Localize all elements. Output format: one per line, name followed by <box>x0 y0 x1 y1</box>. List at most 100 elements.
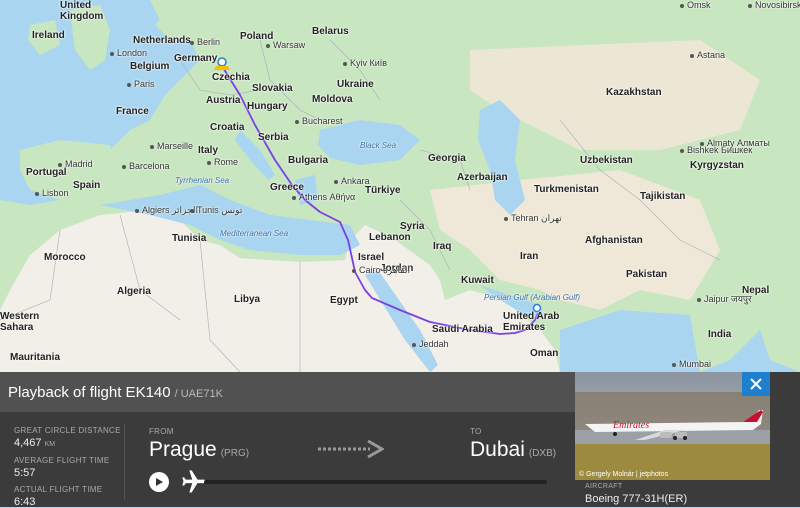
label-israel: Israel <box>358 252 385 263</box>
city-paris: Paris <box>127 79 155 89</box>
city-marseille: Marseille <box>150 141 193 151</box>
stat-actual-time: ACTUAL FLIGHT TIME 6:43 <box>14 485 102 508</box>
city-cairo: Cairo القاهرة <box>352 265 410 276</box>
city-barcelona: Barcelona <box>122 161 170 171</box>
label-italy: Italy <box>198 145 219 156</box>
label-algeria: Algeria <box>117 286 151 297</box>
panel-divider <box>124 424 125 500</box>
label-morocco: Morocco <box>44 252 86 263</box>
label-kyrgyzstan: Kyrgyzstan <box>690 160 744 171</box>
stat-value: 5:57 <box>14 467 36 479</box>
stat-label: ACTUAL FLIGHT TIME <box>14 485 103 494</box>
label-moldova: Moldova <box>312 94 353 105</box>
dashed-arrow-icon <box>318 439 384 459</box>
label-belgium: Belgium <box>130 61 170 72</box>
aircraft-model: Boeing 777-31H(ER) <box>585 493 688 505</box>
city-omsk: Omsk <box>680 0 711 10</box>
flight-title-text: Playback of flight EK140 <box>8 384 171 401</box>
sea-persian-gulf: Persian Gulf (Arabian Gulf) <box>484 293 581 302</box>
panel-title-bar: Playback of flight EK140/ UAE71K <box>0 372 575 412</box>
stat-great-circle: GREAT CIRCLE DISTANCE 4,467 KM <box>14 426 121 449</box>
label-mauritania: Mauritania <box>10 352 61 363</box>
to-code: (DXB) <box>528 448 557 459</box>
label-saudi-arabia: Saudi Arabia <box>432 324 493 335</box>
from-code: (PRG) <box>220 448 250 459</box>
label-syria: Syria <box>400 221 425 232</box>
from-airport[interactable]: Prague (PRG) <box>149 438 249 462</box>
from-city: Prague <box>149 438 217 461</box>
stat-label: GREAT CIRCLE DISTANCE <box>14 426 121 435</box>
city-tehran: Tehran تهران <box>504 213 562 224</box>
label-libya: Libya <box>234 294 261 305</box>
label-bulgaria: Bulgaria <box>288 155 329 166</box>
city-warsaw: Warsaw <box>266 40 305 50</box>
city-jeddah: Jeddah <box>412 339 449 349</box>
distance-value: 4,467 <box>14 437 42 449</box>
label-afghanistan: Afghanistan <box>585 235 643 246</box>
label-tajikistan: Tajikistan <box>640 191 686 202</box>
city-bucharest: Bucharest <box>295 116 343 126</box>
playback-slider[interactable] <box>204 480 547 484</box>
photo-credit[interactable]: © Gergely Molnár | jetphotos <box>579 471 668 478</box>
to-label: TO <box>470 427 482 436</box>
label-iran: Iran <box>520 251 539 262</box>
label-egypt: Egypt <box>330 295 358 306</box>
sea-black-sea: Black Sea <box>360 141 397 150</box>
stat-average-time: AVERAGE FLIGHT TIME 5:57 <box>14 456 110 479</box>
label-ukraine: Ukraine <box>337 79 374 90</box>
city-tunis: Tunis تونس <box>190 205 242 216</box>
city-astana: Astana <box>690 50 725 60</box>
label-tunisia: Tunisia <box>172 233 207 244</box>
stat-label: AVERAGE FLIGHT TIME <box>14 456 110 465</box>
city-ankara: Ankara <box>334 176 370 186</box>
play-icon <box>156 478 163 486</box>
close-button[interactable] <box>742 372 770 396</box>
label-turkmenistan: Turkmenistan <box>534 184 599 195</box>
flight-title: Playback of flight EK140/ UAE71K <box>8 384 223 401</box>
label-hungary: Hungary <box>247 101 288 112</box>
city-kyiv: Kyiv Київ <box>343 58 387 68</box>
city-almaty: Almaty Алматы <box>700 138 770 148</box>
aircraft-image: Emirates <box>575 372 770 480</box>
city-london: London <box>110 48 147 58</box>
label-croatia: Croatia <box>210 122 245 133</box>
play-button[interactable] <box>149 472 169 492</box>
label-india: India <box>708 329 732 340</box>
label-oman: Oman <box>530 348 559 359</box>
label-uae: United Arab Emirates <box>503 311 560 333</box>
city-rome: Rome <box>207 157 238 167</box>
city-lisbon: Lisbon <box>35 188 69 198</box>
panel-right-strip <box>770 372 800 507</box>
city-mumbai: Mumbai <box>672 359 711 369</box>
stat-value: 4,467 KM <box>14 437 121 449</box>
label-belarus: Belarus <box>312 26 349 37</box>
distance-unit: KM <box>44 441 56 448</box>
livery-text: Emirates <box>612 420 649 431</box>
stat-value: 6:43 <box>14 496 36 508</box>
from-label: FROM <box>149 427 174 436</box>
city-madrid: Madrid <box>58 159 93 169</box>
to-airport[interactable]: Dubai (DXB) <box>470 438 556 462</box>
label-ireland: Ireland <box>32 30 65 41</box>
label-spain: Spain <box>73 180 101 191</box>
city-jaipur: Jaipur जयपुर <box>697 292 752 305</box>
label-iraq: Iraq <box>433 241 452 252</box>
close-icon <box>750 378 762 390</box>
label-slovakia: Slovakia <box>252 83 293 94</box>
sea-tyrrhenian: Tyrrhenian Sea <box>175 176 230 185</box>
label-united-kingdom: United Kingdom <box>60 0 104 22</box>
label-serbia: Serbia <box>258 132 289 143</box>
label-uzbekistan: Uzbekistan <box>580 155 633 166</box>
flight-map[interactable]: United Kingdom Ireland Netherlands German… <box>0 0 800 372</box>
label-azerbaijan: Azerbaijan <box>457 172 508 183</box>
city-berlin: Berlin <box>190 37 220 47</box>
label-czechia: Czechia <box>212 72 250 83</box>
label-kuwait: Kuwait <box>461 275 494 286</box>
label-western-sahara: Western Sahara <box>0 311 40 333</box>
city-athens: Athens Αθήνα <box>292 192 355 202</box>
label-france: France <box>116 106 149 117</box>
label-turkiye: Türkiye <box>365 185 401 196</box>
label-germany: Germany <box>174 53 218 64</box>
aircraft-photo[interactable]: Emirates © Gergely Molnár | jetphotos <box>575 372 770 480</box>
label-kazakhstan: Kazakhstan <box>606 87 662 98</box>
